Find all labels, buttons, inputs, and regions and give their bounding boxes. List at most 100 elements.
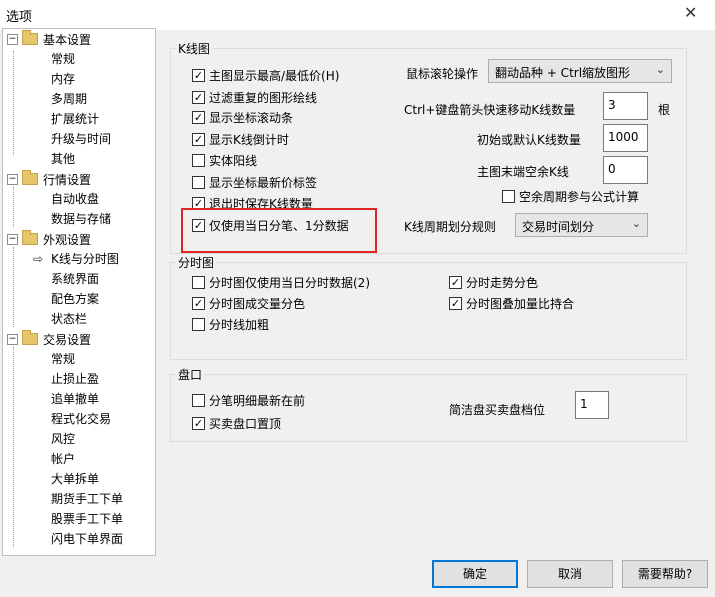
highlight-box [181, 208, 377, 253]
tree-item-other[interactable]: 其他 [51, 150, 75, 168]
checkbox-scrollbar[interactable]: ✓ 显示坐标滚动条 [192, 108, 293, 126]
level-input[interactable]: 1 [575, 391, 609, 419]
checkbox-box[interactable] [192, 317, 205, 331]
tree-item-upgrade-time[interactable]: 升级与时间 [51, 130, 111, 148]
checkbox-box[interactable]: ✓ [192, 110, 205, 124]
tree-item-stock-manual[interactable]: 股票手工下单 [51, 510, 123, 528]
checkbox-label: 显示K线倒计时 [209, 132, 289, 147]
checkbox-box[interactable]: ✓ [192, 416, 205, 430]
tree-item-risk-control[interactable]: 风控 [51, 430, 75, 448]
collapse-icon[interactable]: − [7, 173, 18, 185]
chevron-down-icon: ⌄ [631, 217, 641, 230]
checkbox-orderbook-top[interactable]: ✓ 买卖盘口置顶 [192, 414, 281, 432]
checkbox-show-high-low[interactable]: ✓ 主图显示最高/最低价(H) [192, 66, 339, 84]
title-bar: 选项 ✕ [0, 0, 715, 30]
arrow-right-icon: ⇨ [33, 252, 44, 266]
checkbox-latest-first[interactable]: 分笔明细最新在前 [192, 391, 305, 409]
tree-item-data-storage[interactable]: 数据与存储 [51, 210, 111, 228]
ctrl-input[interactable]: 3 [603, 92, 648, 120]
checkbox-timeshare-today[interactable]: 分时图仅使用当日分时数据(2) [192, 273, 370, 291]
level-label: 简洁盘买卖盘档位 [449, 403, 546, 417]
tree-group-label: 外观设置 [43, 232, 92, 247]
tree-item-stop-loss[interactable]: 止损止盈 [51, 370, 99, 388]
checkbox-label: 显示坐标最新价标签 [209, 175, 318, 190]
tree-group-label: 行情设置 [43, 172, 92, 187]
blank-label: 主图末端空余K线 [477, 165, 569, 179]
checkbox-label: 空余周期参与公式计算 [519, 189, 640, 204]
checkbox-label: 分时图叠加量比持合 [466, 296, 575, 311]
ok-button[interactable]: 确定 [432, 560, 518, 588]
cancel-button[interactable]: 取消 [527, 560, 613, 588]
checkbox-box[interactable] [192, 175, 205, 189]
checkbox-blank-cycle[interactable]: 空余周期参与公式计算 [502, 187, 639, 205]
checkbox-trend-color[interactable]: ✓ 分时走势分色 [449, 273, 538, 291]
timeshare-group-label: 分时图 [176, 254, 217, 271]
panel-group-label: 盘口 [176, 366, 205, 383]
period-label: K线周期划分规则 [404, 220, 496, 234]
checkbox-box[interactable] [192, 393, 205, 407]
chevron-down-icon: ⌄ [655, 63, 665, 76]
checkbox-label: 分时图成交量分色 [209, 296, 306, 311]
close-icon[interactable]: ✕ [684, 3, 697, 22]
checkbox-volume-color[interactable]: ✓ 分时图成交量分色 [192, 294, 305, 312]
tree-item-chase-cancel[interactable]: 追单撤单 [51, 390, 99, 408]
checkbox-label: 买卖盘口置顶 [209, 416, 282, 431]
checkbox-box[interactable]: ✓ [192, 132, 205, 146]
tree-item-memory[interactable]: 内存 [51, 70, 75, 88]
tree-group-label: 交易设置 [43, 332, 92, 347]
tree-group-trading[interactable]: − 交易设置 [7, 330, 91, 348]
init-input[interactable]: 1000 [603, 124, 648, 152]
ctrl-label: Ctrl+键盘箭头快速移动K线数量 [404, 103, 576, 117]
checkbox-box[interactable] [502, 189, 515, 203]
period-select[interactable]: 交易时间划分 ⌄ [515, 213, 648, 237]
checkbox-box[interactable] [192, 153, 205, 167]
tree-group-appearance[interactable]: − 外观设置 [7, 230, 91, 248]
checkbox-bold-line[interactable]: 分时线加粗 [192, 315, 269, 333]
scroll-select[interactable]: 翻动品种 + Ctrl缩放图形 ⌄ [488, 59, 672, 83]
checkbox-overlay-ratio[interactable]: ✓ 分时图叠加量比持合 [449, 294, 574, 312]
tree-item-kline-timeshare[interactable]: K线与分时图 [51, 250, 119, 268]
checkbox-label: 实体阳线 [209, 153, 258, 168]
checkbox-box[interactable]: ✓ [449, 275, 462, 289]
folder-icon [22, 170, 38, 185]
ctrl-unit: 根 [658, 103, 671, 117]
init-label: 初始或默认K线数量 [477, 133, 581, 147]
collapse-icon[interactable]: − [7, 33, 18, 45]
checkbox-filter-duplicate[interactable]: ✓ 过滤重复的图形绘线 [192, 88, 317, 106]
tree-group-market[interactable]: − 行情设置 [7, 170, 91, 188]
tree-item-color-scheme[interactable]: 配色方案 [51, 290, 99, 308]
tree-item-trade-general[interactable]: 常规 [51, 350, 75, 368]
folder-icon [22, 30, 38, 45]
help-button[interactable]: 需要帮助? [622, 560, 708, 588]
collapse-icon[interactable]: − [7, 233, 18, 245]
checkbox-box[interactable]: ✓ [192, 296, 205, 310]
tree-item-multi-period[interactable]: 多周期 [51, 90, 87, 108]
checkbox-box[interactable] [192, 275, 205, 289]
tree-item-system-ui[interactable]: 系统界面 [51, 270, 99, 288]
period-value: 交易时间划分 [522, 220, 595, 234]
tree-group-basic[interactable]: − 基本设置 [7, 30, 91, 48]
checkbox-label: 显示坐标滚动条 [209, 110, 294, 125]
checkbox-label: 分时走势分色 [466, 275, 539, 290]
checkbox-box[interactable]: ✓ [192, 68, 205, 82]
checkbox-box[interactable]: ✓ [449, 296, 462, 310]
tree-item-algo-trading[interactable]: 程式化交易 [51, 410, 111, 428]
settings-tree: − 基本设置 常规 内存 多周期 扩展统计 升级与时间 其他 − 行情设置 自动… [2, 28, 156, 556]
tree-item-ext-stats[interactable]: 扩展统计 [51, 110, 99, 128]
checkbox-box[interactable]: ✓ [192, 90, 205, 104]
tree-item-status-bar[interactable]: 状态栏 [51, 310, 87, 328]
tree-item-lightning[interactable]: 闪电下单界面 [51, 530, 123, 548]
tree-item-account[interactable]: 帐户 [51, 450, 75, 468]
folder-icon [22, 330, 38, 345]
checkbox-latest-price-label[interactable]: 显示坐标最新价标签 [192, 173, 317, 191]
tree-item-futures-manual[interactable]: 期货手工下单 [51, 490, 123, 508]
checkbox-solid-yang[interactable]: 实体阳线 [192, 151, 257, 169]
tree-item-auto-close[interactable]: 自动收盘 [51, 190, 99, 208]
checkbox-label: 分笔明细最新在前 [209, 393, 306, 408]
blank-input[interactable]: 0 [603, 156, 648, 184]
tree-group-label: 基本设置 [43, 32, 92, 47]
checkbox-countdown[interactable]: ✓ 显示K线倒计时 [192, 130, 289, 148]
tree-item-general[interactable]: 常规 [51, 50, 75, 68]
collapse-icon[interactable]: − [7, 333, 18, 345]
tree-item-split-order[interactable]: 大单拆单 [51, 470, 99, 488]
